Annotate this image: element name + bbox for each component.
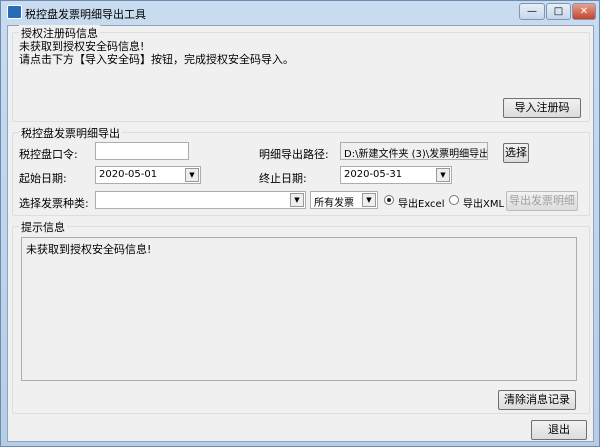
auth-group: 授权注册码信息 未获取到授权安全码信息! 请点击下方【导入安全码】按钮，完成授权… (12, 25, 590, 122)
start-date-label: 起始日期: (19, 172, 67, 185)
chevron-down-icon[interactable]: ▼ (185, 168, 199, 182)
app-icon (7, 5, 22, 19)
chevron-down-icon[interactable]: ▼ (290, 193, 304, 207)
start-date-picker[interactable]: 2020-05-01 ▼ (95, 166, 201, 184)
password-input[interactable] (95, 142, 189, 160)
info-legend: 提示信息 (19, 219, 67, 235)
invoice-type-label: 选择发票种类: (19, 197, 89, 210)
app-window: 税控盘发票明细导出工具 — □ ✕ 授权注册码信息 未获取到授权安全码信息! 请… (0, 0, 600, 447)
chevron-down-icon[interactable]: ▼ (362, 193, 376, 207)
maximize-button[interactable]: □ (546, 3, 571, 20)
close-button[interactable]: ✕ (572, 3, 596, 20)
export-invoices-button[interactable]: 导出发票明细 (506, 191, 578, 211)
end-date-label: 终止日期: (259, 172, 307, 185)
auth-message-2: 请点击下方【导入安全码】按钮，完成授权安全码导入。 (19, 53, 294, 66)
message-text: 未获取到授权安全码信息! (26, 243, 152, 256)
path-input[interactable]: D:\新建文件夹 (3)\发票明细导出\ (340, 142, 488, 160)
radio-xml[interactable] (449, 195, 459, 205)
select-path-button[interactable]: 选择 (503, 143, 529, 163)
title-bar: 税控盘发票明细导出工具 — □ ✕ (1, 1, 599, 25)
chevron-down-icon[interactable]: ▼ (436, 168, 450, 182)
end-date-value: 2020-05-31 (344, 169, 403, 180)
password-label: 税控盘口令: (19, 148, 78, 161)
invoice-type-select[interactable]: ▼ (95, 191, 306, 209)
path-label: 明细导出路径: (259, 148, 329, 161)
radio-excel[interactable] (384, 195, 394, 205)
import-registration-button[interactable]: 导入注册码 (503, 98, 581, 118)
export-group: 税控盘发票明细导出 税控盘口令: 明细导出路径: D:\新建文件夹 (3)\发票… (12, 125, 590, 216)
start-date-value: 2020-05-01 (99, 169, 158, 180)
end-date-picker[interactable]: 2020-05-31 ▼ (340, 166, 452, 184)
export-legend: 税控盘发票明细导出 (19, 125, 122, 141)
minimize-button[interactable]: — (519, 3, 545, 20)
client-area: 授权注册码信息 未获取到授权安全码信息! 请点击下方【导入安全码】按钮，完成授权… (7, 25, 594, 442)
invoice-filter-value: 所有发票 (314, 198, 354, 209)
radio-excel-label[interactable]: 导出Excel (398, 195, 445, 210)
info-group: 提示信息 未获取到授权安全码信息! 清除消息记录 (12, 219, 590, 414)
exit-button[interactable]: 退出 (531, 420, 587, 440)
message-log[interactable]: 未获取到授权安全码信息! (21, 237, 577, 381)
radio-xml-label[interactable]: 导出XML (463, 195, 504, 210)
invoice-filter-select[interactable]: 所有发票 ▼ (310, 191, 378, 209)
clear-messages-button[interactable]: 清除消息记录 (498, 390, 576, 410)
window-title: 税控盘发票明细导出工具 (25, 8, 146, 21)
